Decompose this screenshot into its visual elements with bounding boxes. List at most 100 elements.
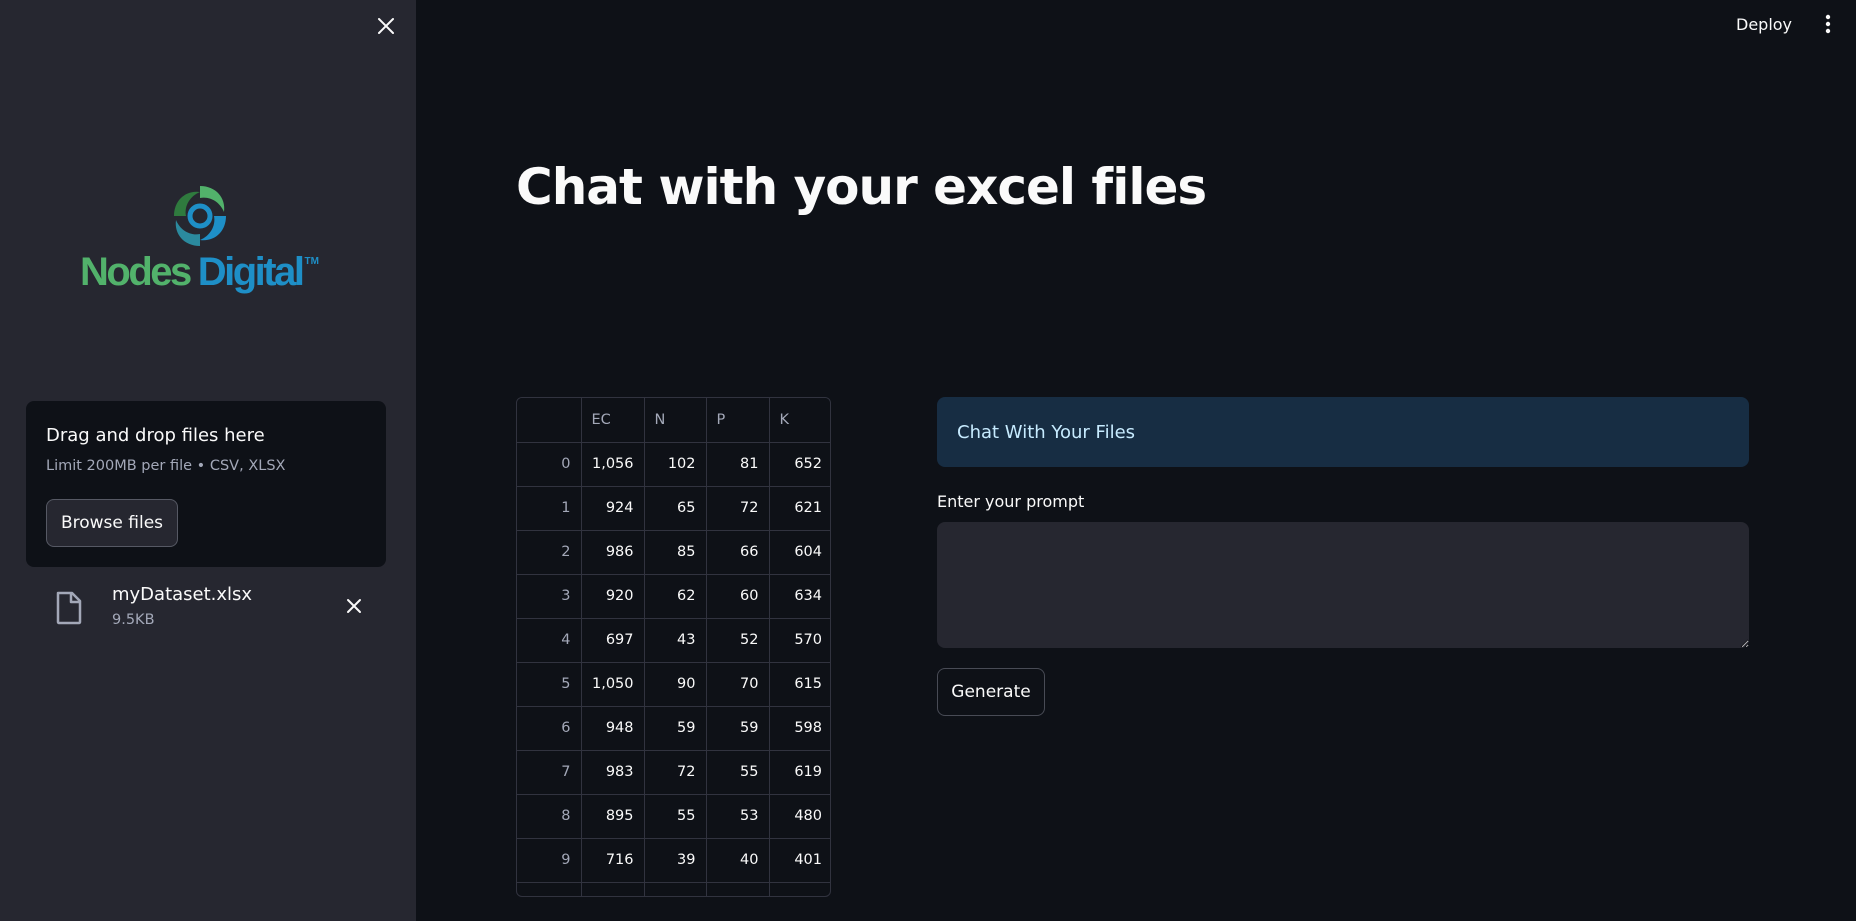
table-cell[interactable]: 52 <box>706 618 770 663</box>
table-cell[interactable]: 72 <box>644 750 707 795</box>
table-cell[interactable]: 480 <box>769 794 830 839</box>
prompt-textarea[interactable] <box>937 522 1749 648</box>
table-row: 8 895 55 53 480 <box>517 794 830 839</box>
table-row-partial <box>517 882 830 896</box>
table-cell[interactable]: 65 <box>644 486 707 531</box>
table-cell[interactable]: 401 <box>769 838 830 883</box>
table-cell[interactable]: 570 <box>769 618 830 663</box>
table-row: 2 986 85 66 604 <box>517 530 830 575</box>
table-row: 0 1,056 102 81 652 <box>517 442 830 487</box>
table-cell[interactable]: 621 <box>769 486 830 531</box>
table-cell[interactable]: 598 <box>769 706 830 751</box>
logo-word-digital: Digital <box>197 250 305 294</box>
logo: Nodes Digital TM <box>78 180 334 300</box>
table-cell[interactable]: 72 <box>706 486 770 531</box>
table-cell[interactable]: 924 <box>581 486 645 531</box>
row-index-cell: 9 <box>517 838 582 883</box>
table-cell[interactable]: 43 <box>644 618 707 663</box>
table-cell[interactable]: 55 <box>644 794 707 839</box>
row-index-cell: 7 <box>517 750 582 795</box>
browse-files-button[interactable]: Browse files <box>46 499 178 547</box>
column-header[interactable] <box>517 398 582 443</box>
deploy-button[interactable]: Deploy <box>1736 10 1792 38</box>
table-cell[interactable]: 1,050 <box>581 662 645 707</box>
logo-trademark: TM <box>304 256 319 267</box>
sidebar: Nodes Digital TM Drag and drop files here … <box>0 0 416 921</box>
close-icon <box>378 18 394 34</box>
table-cell[interactable]: 697 <box>581 618 645 663</box>
prompt-label: Enter your prompt <box>937 492 1085 511</box>
file-icon <box>56 591 82 625</box>
table-cell[interactable]: 920 <box>581 574 645 619</box>
uploader-limit-text: Limit 200MB per file • CSV, XLSX <box>46 458 286 474</box>
table-cell[interactable]: 619 <box>769 750 830 795</box>
close-icon <box>347 599 361 613</box>
table-cell[interactable]: 40 <box>706 838 770 883</box>
table-cell[interactable]: 59 <box>644 706 707 751</box>
table-cell[interactable]: 716 <box>581 838 645 883</box>
data-table[interactable]: EC N P K 0 1,056 102 81 652 1 924 65 72 … <box>516 397 831 897</box>
row-index-cell: 2 <box>517 530 582 575</box>
logo-word-nodes: Nodes <box>80 250 192 294</box>
table-row: 3 920 62 60 634 <box>517 574 830 619</box>
row-index-cell: 3 <box>517 574 582 619</box>
table-cell[interactable]: 60 <box>706 574 770 619</box>
table-row: 5 1,050 90 70 615 <box>517 662 830 707</box>
column-header[interactable]: P <box>706 398 770 443</box>
table-cell[interactable]: 70 <box>706 662 770 707</box>
table-cell <box>517 882 582 896</box>
logo-mark-icon <box>174 186 226 246</box>
row-index-cell: 5 <box>517 662 582 707</box>
table-cell[interactable]: 62 <box>644 574 707 619</box>
table-cell[interactable]: 81 <box>706 442 770 487</box>
table-cell[interactable]: 652 <box>769 442 830 487</box>
main-menu-button[interactable] <box>1818 10 1838 38</box>
table-cell[interactable]: 55 <box>706 750 770 795</box>
table-cell <box>581 882 645 896</box>
table-cell <box>644 882 707 896</box>
column-header[interactable]: EC <box>581 398 645 443</box>
generate-button[interactable]: Generate <box>937 668 1045 716</box>
remove-file-button[interactable] <box>340 592 368 620</box>
table-row: 4 697 43 52 570 <box>517 618 830 663</box>
table-cell[interactable]: 85 <box>644 530 707 575</box>
table-cell[interactable]: 66 <box>706 530 770 575</box>
file-size: 9.5KB <box>112 612 155 628</box>
row-index-cell: 8 <box>517 794 582 839</box>
table-cell[interactable]: 948 <box>581 706 645 751</box>
table-row: 6 948 59 59 598 <box>517 706 830 751</box>
kebab-menu-icon <box>1825 14 1831 34</box>
uploader-title: Drag and drop files here <box>46 425 265 446</box>
column-header[interactable]: K <box>769 398 830 443</box>
table-header-row: EC N P K <box>517 398 830 443</box>
table-cell[interactable]: 59 <box>706 706 770 751</box>
row-index-cell: 0 <box>517 442 582 487</box>
chat-info-banner: Chat With Your Files <box>937 397 1749 467</box>
table-cell[interactable]: 986 <box>581 530 645 575</box>
table-cell[interactable]: 1,056 <box>581 442 645 487</box>
file-name: myDataset.xlsx <box>112 584 253 605</box>
table-cell[interactable]: 39 <box>644 838 707 883</box>
table-row: 7 983 72 55 619 <box>517 750 830 795</box>
table-row: 9 716 39 40 401 <box>517 838 830 883</box>
sidebar-close-button[interactable] <box>372 12 400 40</box>
row-index-cell: 4 <box>517 618 582 663</box>
table-cell[interactable]: 983 <box>581 750 645 795</box>
table-cell[interactable]: 604 <box>769 530 830 575</box>
table-cell[interactable]: 634 <box>769 574 830 619</box>
table-cell[interactable]: 53 <box>706 794 770 839</box>
app-root: Nodes Digital TM Drag and drop files here … <box>0 0 1856 921</box>
file-uploader-dropzone[interactable]: Drag and drop files here Limit 200MB per… <box>26 401 386 567</box>
table-cell <box>769 882 830 896</box>
table-cell[interactable]: 90 <box>644 662 707 707</box>
logo-text: Nodes Digital TM <box>80 250 319 295</box>
uploaded-file-item: myDataset.xlsx 9.5KB <box>52 580 372 640</box>
table-cell[interactable]: 895 <box>581 794 645 839</box>
table-cell[interactable]: 615 <box>769 662 830 707</box>
table-row: 1 924 65 72 621 <box>517 486 830 531</box>
table-cell <box>706 882 770 896</box>
table-cell[interactable]: 102 <box>644 442 707 487</box>
page-title: Chat with your excel files <box>516 158 1207 216</box>
row-index-cell: 6 <box>517 706 582 751</box>
column-header[interactable]: N <box>644 398 707 443</box>
